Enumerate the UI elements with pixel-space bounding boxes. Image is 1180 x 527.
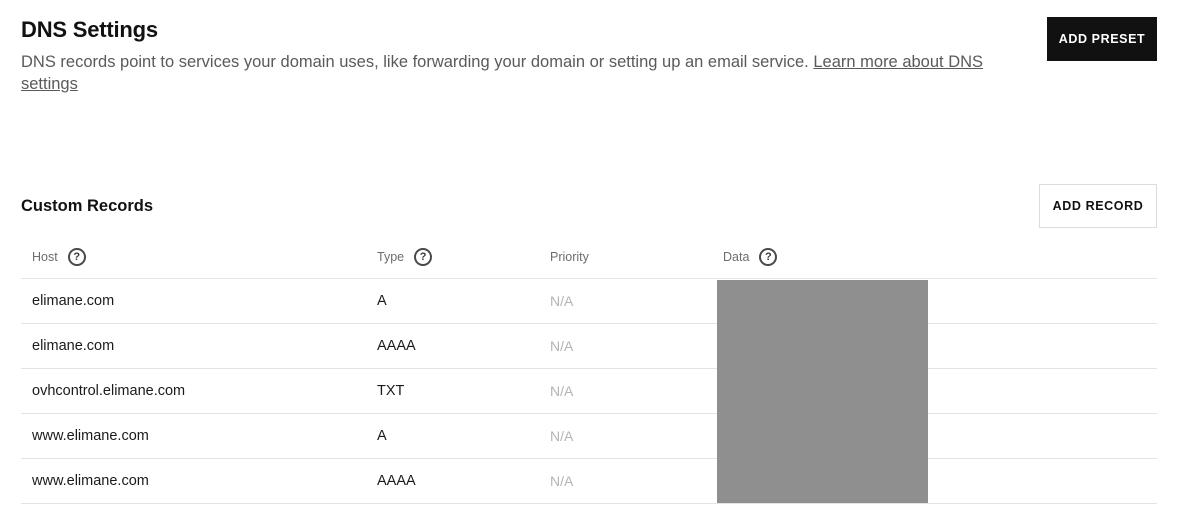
priority-cell: N/A	[550, 473, 574, 489]
column-header-type: Type ?	[377, 234, 433, 279]
table-row[interactable]: elimane.com A N/A	[21, 279, 1157, 324]
table-row[interactable]: ovhcontrol.elimane.com TXT N/A	[21, 369, 1157, 414]
type-cell: A	[377, 293, 387, 309]
table-row[interactable]: www.elimane.com AAAA N/A	[21, 459, 1157, 504]
table-row[interactable]: elimane.com AAAA N/A	[21, 324, 1157, 369]
column-header-host: Host ?	[32, 234, 86, 279]
custom-records-title: Custom Records	[21, 197, 154, 215]
priority-cell: N/A	[550, 428, 574, 444]
page-title: DNS Settings	[21, 17, 158, 42]
host-cell: www.elimane.com	[32, 428, 149, 444]
host-cell: elimane.com	[32, 293, 115, 309]
custom-records-table: Host ? Type ? Priority Data ? elimane.co…	[21, 234, 1157, 504]
type-cell: TXT	[377, 383, 405, 399]
column-header-priority: Priority	[550, 234, 589, 279]
priority-cell: N/A	[550, 338, 574, 354]
host-cell: elimane.com	[32, 338, 115, 354]
column-header-data-label: Data	[723, 249, 750, 264]
type-help-icon[interactable]: ?	[414, 247, 433, 266]
description-text: DNS records point to services your domai…	[21, 53, 814, 71]
column-header-host-label: Host	[32, 249, 58, 264]
type-cell: A	[377, 428, 387, 444]
priority-cell: N/A	[550, 383, 574, 399]
column-header-data: Data ?	[723, 234, 778, 279]
add-record-button[interactable]: ADD RECORD	[1039, 184, 1157, 228]
priority-cell: N/A	[550, 293, 574, 309]
page-description: DNS records point to services your domai…	[21, 51, 1021, 95]
table-header: Host ? Type ? Priority Data ?	[21, 234, 1157, 279]
add-preset-button[interactable]: ADD PRESET	[1047, 17, 1157, 61]
host-cell: ovhcontrol.elimane.com	[32, 383, 186, 399]
type-cell: AAAA	[377, 473, 416, 489]
column-header-priority-label: Priority	[550, 249, 589, 264]
host-help-icon[interactable]: ?	[67, 247, 86, 266]
host-cell: www.elimane.com	[32, 473, 149, 489]
type-cell: AAAA	[377, 338, 416, 354]
table-row[interactable]: www.elimane.com A N/A	[21, 414, 1157, 459]
data-help-icon[interactable]: ?	[759, 247, 778, 266]
redacted-data-block	[717, 280, 928, 503]
column-header-type-label: Type	[377, 249, 405, 264]
